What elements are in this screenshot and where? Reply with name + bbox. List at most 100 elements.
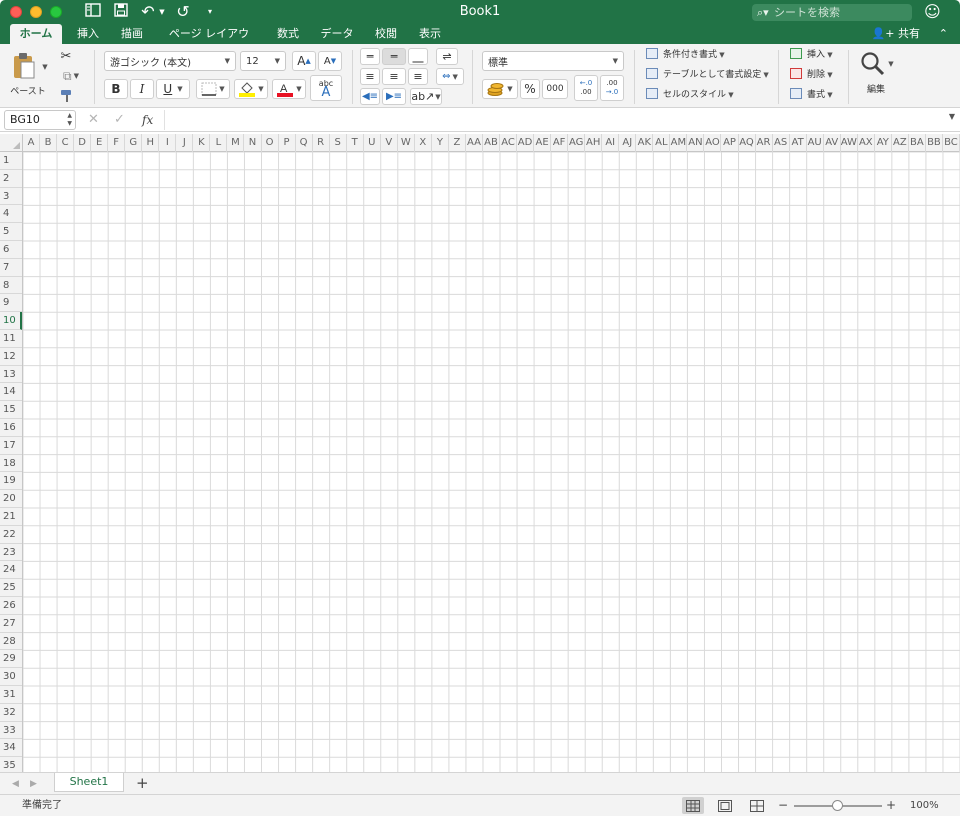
grow-font-button[interactable]: A ▲ <box>292 51 316 71</box>
align-middle-button[interactable]: ═ <box>382 48 406 65</box>
collapse-ribbon-icon[interactable]: ⌃ <box>939 24 948 44</box>
column-header[interactable]: AA <box>466 134 483 152</box>
cancel-entry-icon[interactable]: ✕ <box>88 111 99 129</box>
row-header[interactable]: 15 <box>0 401 22 419</box>
increase-decimal-button[interactable]: ←.0.00 <box>574 75 598 101</box>
row-header[interactable]: 2 <box>0 170 22 188</box>
tab-home[interactable]: ホーム <box>10 24 62 44</box>
name-box[interactable]: BG10 ▲ ▼ <box>4 110 76 130</box>
copy-icon[interactable]: ⧉ ▼ <box>58 68 84 84</box>
tab-formulas[interactable]: 数式 <box>268 24 308 44</box>
row-header[interactable]: 18 <box>0 455 22 473</box>
column-header[interactable]: AI <box>602 134 620 152</box>
column-header[interactable]: AW <box>841 134 858 152</box>
orientation-button[interactable]: ab↗ ▼ <box>410 88 442 105</box>
accounting-format-button[interactable]: ▼ <box>482 79 518 99</box>
column-header[interactable]: O <box>262 134 279 152</box>
row-header[interactable]: 3 <box>0 188 22 206</box>
format-painter-icon[interactable] <box>58 88 76 104</box>
row-header[interactable]: 11 <box>0 330 22 348</box>
format-as-table-button[interactable]: テーブルとして書式設定 ▼ <box>646 68 769 82</box>
column-header[interactable]: R <box>313 134 330 152</box>
row-header[interactable]: 28 <box>0 633 22 651</box>
redo-icon[interactable]: ↺ <box>174 3 192 21</box>
borders-button[interactable]: ▼ <box>196 79 230 99</box>
row-header[interactable]: 4 <box>0 205 22 224</box>
row-header[interactable]: 21 <box>0 508 22 526</box>
row-header[interactable]: 5 <box>0 223 22 241</box>
paste-button[interactable] <box>10 50 38 82</box>
tab-view[interactable]: 表示 <box>410 24 450 44</box>
column-header[interactable]: BA <box>909 134 926 152</box>
delete-cells-button[interactable]: 削除 ▼ <box>790 68 833 82</box>
row-header[interactable]: 13 <box>0 366 22 384</box>
row-header[interactable]: 14 <box>0 383 22 402</box>
column-header[interactable]: AP <box>721 134 739 152</box>
formula-input[interactable] <box>164 110 944 130</box>
column-header[interactable]: X <box>415 134 432 152</box>
row-header[interactable]: 25 <box>0 579 22 597</box>
column-header[interactable]: AF <box>551 134 569 152</box>
column-header[interactable]: T <box>347 134 364 152</box>
column-header[interactable]: AJ <box>619 134 637 152</box>
align-top-button[interactable]: ═ <box>360 48 380 65</box>
row-header[interactable]: 10 <box>0 312 22 330</box>
page-break-view-button[interactable] <box>746 797 768 814</box>
column-header[interactable]: AO <box>704 134 722 152</box>
row-header[interactable]: 24 <box>0 561 22 580</box>
column-header[interactable]: AM <box>670 134 688 152</box>
column-header[interactable]: B <box>40 134 58 152</box>
column-header[interactable]: AC <box>500 134 518 152</box>
column-header[interactable]: BB <box>926 134 943 152</box>
paste-dropdown-icon[interactable]: ▼ <box>40 62 50 72</box>
decrease-decimal-button[interactable]: .00 →.0 <box>600 75 624 101</box>
column-header[interactable]: AB <box>483 134 500 152</box>
column-header[interactable]: W <box>398 134 415 152</box>
find-select-button[interactable]: ▼ <box>858 50 896 78</box>
column-header[interactable]: Q <box>296 134 313 152</box>
font-color-button[interactable]: A ▼ <box>272 79 306 99</box>
number-format-select[interactable]: 標準 ▼ <box>482 51 624 71</box>
row-header[interactable]: 22 <box>0 526 22 544</box>
normal-view-button[interactable] <box>682 797 704 814</box>
insert-function-button[interactable]: fx <box>142 111 153 129</box>
zoom-slider-thumb[interactable] <box>832 800 843 811</box>
select-all-button[interactable] <box>0 134 23 152</box>
conditional-formatting-button[interactable]: 条件付き書式 ▼ <box>646 48 725 62</box>
column-header[interactable]: L <box>210 134 228 152</box>
row-header[interactable]: 34 <box>0 739 22 758</box>
format-cells-button[interactable]: 書式 ▼ <box>790 88 833 102</box>
column-header[interactable]: AK <box>636 134 654 152</box>
column-header[interactable]: Z <box>449 134 466 152</box>
align-center-button[interactable]: ≡ <box>382 68 406 85</box>
column-header[interactable]: AN <box>687 134 705 152</box>
worksheet-grid[interactable]: A B C D E F G H I J K L M N O P Q R S T U V W X Y Z AA AB AC AD AE AF AG… <box>0 134 960 772</box>
row-header[interactable]: 27 <box>0 615 22 633</box>
zoom-out-button[interactable]: − <box>778 795 788 816</box>
row-header[interactable]: 32 <box>0 704 22 722</box>
save-icon[interactable] <box>112 3 130 21</box>
phonetic-guide-button[interactable]: abc A <box>310 75 342 101</box>
undo-dropdown-icon[interactable]: ▼ <box>158 3 166 21</box>
row-header[interactable]: 29 <box>0 650 22 669</box>
column-header[interactable]: I <box>159 134 177 152</box>
fill-color-button[interactable]: ▼ <box>234 79 268 99</box>
comma-style-button[interactable]: 000 <box>542 79 568 99</box>
column-header[interactable]: BC <box>943 134 960 152</box>
column-header[interactable]: C <box>57 134 75 152</box>
column-header[interactable]: AH <box>585 134 603 152</box>
row-header[interactable]: 30 <box>0 668 22 686</box>
column-header[interactable]: E <box>91 134 109 152</box>
column-header[interactable]: AL <box>653 134 671 152</box>
row-header[interactable]: 19 <box>0 472 22 491</box>
italic-button[interactable]: I <box>130 79 154 99</box>
font-size-select[interactable]: 12 ▼ <box>240 51 286 71</box>
column-header[interactable]: N <box>244 134 262 152</box>
column-header[interactable]: F <box>108 134 126 152</box>
column-header[interactable]: A <box>23 134 41 152</box>
column-header[interactable]: Y <box>432 134 449 152</box>
expand-formula-bar-icon[interactable]: ▼ <box>949 112 955 121</box>
page-layout-view-button[interactable] <box>714 797 736 814</box>
close-window-button[interactable] <box>10 6 22 18</box>
row-header[interactable]: 12 <box>0 348 22 366</box>
